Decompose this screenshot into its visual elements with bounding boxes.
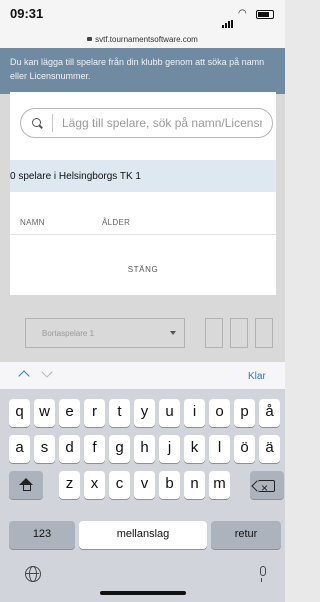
key-r[interactable]: r xyxy=(84,399,105,427)
away-player-select-value: Bortaspelare 1 xyxy=(42,329,95,338)
key-c[interactable]: c xyxy=(109,471,130,499)
key-y[interactable]: y xyxy=(134,399,155,427)
column-header-name: NAMN xyxy=(20,218,45,227)
score-box xyxy=(230,318,248,348)
key-m[interactable]: m xyxy=(209,471,230,499)
search-icon xyxy=(32,118,41,127)
key-h[interactable]: h xyxy=(134,435,155,463)
space-key[interactable]: mellanslag xyxy=(79,521,207,549)
key-l[interactable]: l xyxy=(209,435,230,463)
key-n[interactable]: n xyxy=(184,471,205,499)
key-p[interactable]: p xyxy=(234,399,255,427)
keyboard-accessory-bar xyxy=(0,362,285,390)
key-f[interactable]: f xyxy=(84,435,105,463)
key-g[interactable]: g xyxy=(109,435,130,463)
key-v[interactable]: v xyxy=(134,471,155,499)
caret-down-icon xyxy=(170,331,176,335)
backspace-icon xyxy=(258,475,275,501)
score-box xyxy=(255,318,273,348)
shift-icon xyxy=(19,478,33,491)
key-k[interactable]: k xyxy=(184,435,205,463)
battery-icon xyxy=(256,10,274,19)
lock-icon xyxy=(87,37,93,41)
key-a-umlaut[interactable]: ä xyxy=(259,435,280,463)
close-button[interactable]: STÄNG xyxy=(110,265,176,274)
backspace-key[interactable] xyxy=(250,471,284,501)
key-t[interactable]: t xyxy=(109,399,130,427)
status-time: 09:31 xyxy=(10,6,44,21)
key-j[interactable]: j xyxy=(159,435,180,463)
key-a[interactable]: a xyxy=(9,435,30,463)
table-divider xyxy=(10,234,276,235)
shift-key[interactable] xyxy=(9,471,43,499)
player-search-input[interactable] xyxy=(62,114,262,132)
key-o[interactable]: o xyxy=(209,399,230,427)
numbers-key[interactable]: 123 xyxy=(9,521,75,549)
key-s[interactable]: s xyxy=(34,435,55,463)
key-e[interactable]: e xyxy=(59,399,80,427)
address-bar[interactable]: svtf.tournamentsoftware.com xyxy=(0,35,285,44)
key-w[interactable]: w xyxy=(34,399,55,427)
microphone-icon[interactable] xyxy=(260,566,266,582)
key-a-ring[interactable]: å xyxy=(259,399,280,427)
search-divider xyxy=(52,114,53,132)
key-u[interactable]: u xyxy=(159,399,180,427)
signal-icon xyxy=(222,10,234,28)
key-x[interactable]: x xyxy=(84,471,105,499)
key-b[interactable]: b xyxy=(159,471,180,499)
wifi-icon: ◠ xyxy=(238,8,247,19)
key-i[interactable]: i xyxy=(184,399,205,427)
score-box xyxy=(205,318,223,348)
player-count: 0 spelare i Helsingborgs TK 1 xyxy=(10,171,141,182)
key-z[interactable]: z xyxy=(59,471,80,499)
key-d[interactable]: d xyxy=(59,435,80,463)
info-banner-text: Du kan lägga till spelare från din klubb… xyxy=(10,57,265,81)
done-button[interactable]: Klar xyxy=(248,371,266,382)
url-text: svtf.tournamentsoftware.com xyxy=(95,35,198,44)
key-o-umlaut[interactable]: ö xyxy=(234,435,255,463)
key-q[interactable]: q xyxy=(9,399,30,427)
return-key[interactable]: retur xyxy=(211,521,281,549)
home-indicator xyxy=(100,591,186,595)
globe-icon[interactable] xyxy=(25,566,41,582)
column-header-age: ÅLDER xyxy=(102,218,131,227)
